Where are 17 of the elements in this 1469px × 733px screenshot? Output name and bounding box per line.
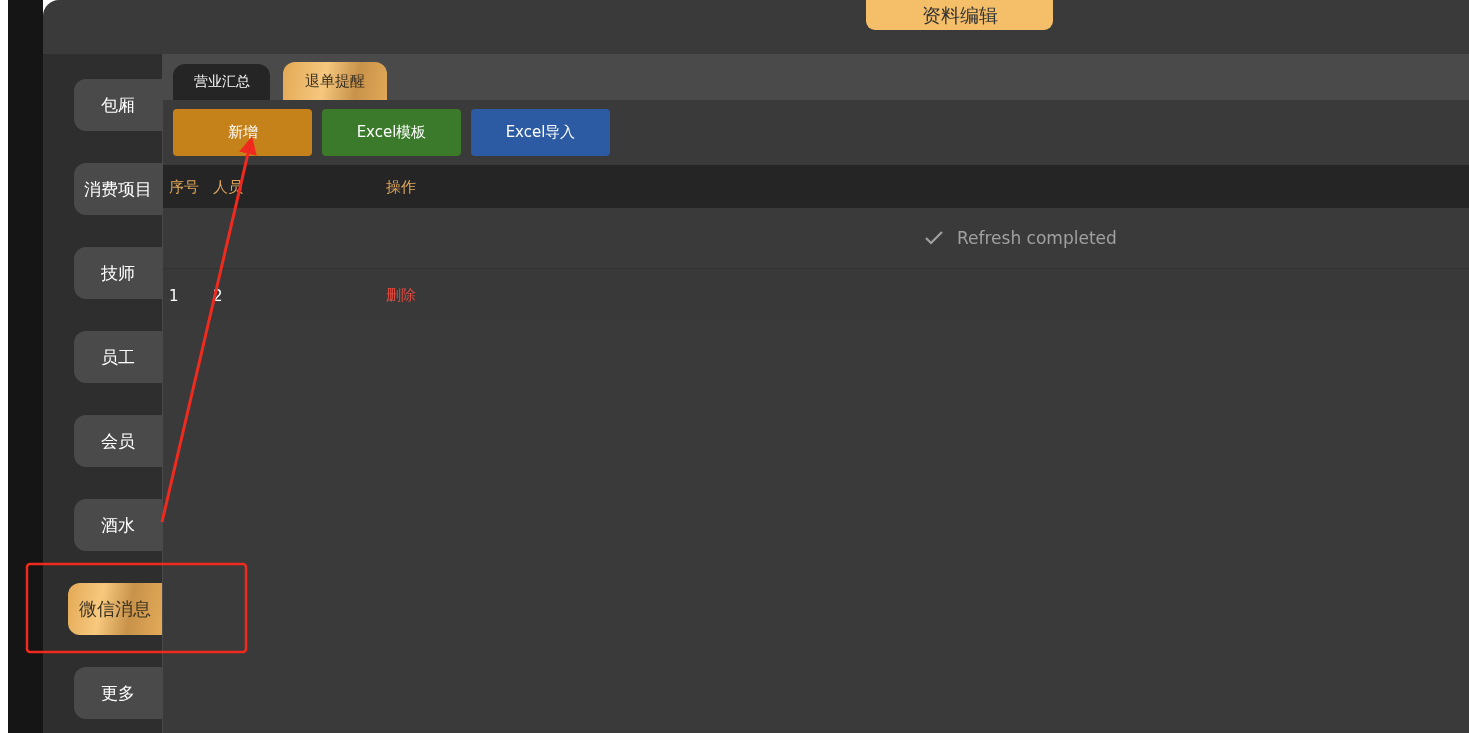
column-header: 序号 [169, 177, 199, 196]
tab[interactable]: 退单提醒 [283, 62, 387, 100]
table-cell: 1 [169, 286, 179, 305]
sidebar-item[interactable]: 微信消息 [68, 583, 162, 635]
import-button[interactable]: Excel导入 [471, 109, 610, 156]
tab[interactable]: 营业汇总 [173, 64, 270, 100]
sidebar-item[interactable]: 包厢 [74, 79, 162, 131]
sidebar-item[interactable]: 更多 [74, 667, 162, 719]
sidebar-item[interactable]: 员工 [74, 331, 162, 383]
sidebar-item[interactable]: 酒水 [74, 499, 162, 551]
window-title: 资料编辑 [866, 0, 1053, 30]
sidebar-item[interactable]: 技师 [74, 247, 162, 299]
sidebar-item[interactable]: 会员 [74, 415, 162, 467]
template-button[interactable]: Excel模板 [322, 109, 461, 156]
column-header: 操作 [386, 177, 416, 196]
sidebar-item[interactable]: 消费项目 [74, 163, 162, 215]
refresh-status: Refresh completed [957, 228, 1117, 248]
